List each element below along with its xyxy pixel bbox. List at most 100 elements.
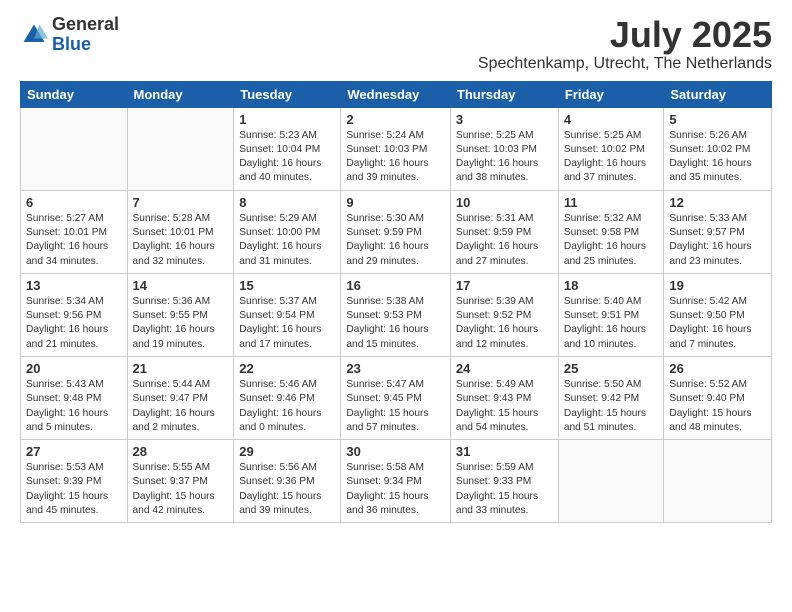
day-content: Sunrise: 5:25 AM Sunset: 10:02 PM Daylig… bbox=[564, 129, 659, 186]
calendar-cell: 18 Sunrise: 5:40 AM Sunset: 9:51 PM Dayli… bbox=[558, 273, 664, 356]
day-content: Sunrise: 5:24 AM Sunset: 10:03 PM Daylig… bbox=[346, 129, 445, 186]
day-content: Sunrise: 5:27 AM Sunset: 10:01 PM Daylig… bbox=[26, 212, 122, 269]
calendar-cell: 28 Sunrise: 5:55 AM Sunset: 9:37 PM Dayli… bbox=[127, 440, 234, 523]
day-number: 13 bbox=[26, 278, 122, 293]
weekday-header-tuesday: Tuesday bbox=[234, 81, 341, 107]
day-content: Sunrise: 5:59 AM Sunset: 9:33 PM Dayligh… bbox=[456, 461, 553, 518]
calendar-cell: 29 Sunrise: 5:56 AM Sunset: 9:36 PM Dayli… bbox=[234, 440, 341, 523]
logo-blue: Blue bbox=[52, 35, 119, 55]
calendar-cell bbox=[127, 107, 234, 190]
logo-general: General bbox=[52, 15, 119, 35]
weekday-header-saturday: Saturday bbox=[664, 81, 772, 107]
calendar-cell: 16 Sunrise: 5:38 AM Sunset: 9:53 PM Dayli… bbox=[341, 273, 451, 356]
day-number: 29 bbox=[239, 444, 335, 459]
calendar-cell: 5 Sunrise: 5:26 AM Sunset: 10:02 PM Dayli… bbox=[664, 107, 772, 190]
calendar-cell: 19Sunrise: 5:42 AM Sunset: 9:50 PM Dayli… bbox=[664, 273, 772, 356]
day-content: Sunrise: 5:52 AM Sunset: 9:40 PM Dayligh… bbox=[669, 378, 766, 435]
day-content: Sunrise: 5:44 AM Sunset: 9:47 PM Dayligh… bbox=[133, 378, 229, 435]
day-content: Sunrise: 5:25 AM Sunset: 10:03 PM Daylig… bbox=[456, 129, 553, 186]
day-content: Sunrise: 5:34 AM Sunset: 9:56 PM Dayligh… bbox=[26, 295, 122, 352]
calendar-cell: 20 Sunrise: 5:43 AM Sunset: 9:48 PM Dayli… bbox=[21, 356, 128, 439]
calendar-week-row: 13 Sunrise: 5:34 AM Sunset: 9:56 PM Dayli… bbox=[21, 273, 772, 356]
calendar-cell: 30 Sunrise: 5:58 AM Sunset: 9:34 PM Dayli… bbox=[341, 440, 451, 523]
day-content: Sunrise: 5:36 AM Sunset: 9:55 PM Dayligh… bbox=[133, 295, 229, 352]
day-content: Sunrise: 5:46 AM Sunset: 9:46 PM Dayligh… bbox=[239, 378, 335, 435]
calendar-cell: 26 Sunrise: 5:52 AM Sunset: 9:40 PM Dayli… bbox=[664, 356, 772, 439]
calendar-cell: 31Sunrise: 5:59 AM Sunset: 9:33 PM Dayli… bbox=[450, 440, 558, 523]
day-number: 20 bbox=[26, 361, 122, 376]
day-number: 9 bbox=[346, 195, 445, 210]
day-content: Sunrise: 5:53 AM Sunset: 9:39 PM Dayligh… bbox=[26, 461, 122, 518]
day-content: Sunrise: 5:58 AM Sunset: 9:34 PM Dayligh… bbox=[346, 461, 445, 518]
calendar-cell: 15Sunrise: 5:37 AM Sunset: 9:54 PM Dayli… bbox=[234, 273, 341, 356]
title-block: July 2025 Spechtenkamp, Utrecht, The Net… bbox=[478, 15, 772, 73]
calendar-cell: 25Sunrise: 5:50 AM Sunset: 9:42 PM Dayli… bbox=[558, 356, 664, 439]
calendar-cell: 1Sunrise: 5:23 AM Sunset: 10:04 PM Dayli… bbox=[234, 107, 341, 190]
calendar-cell bbox=[664, 440, 772, 523]
calendar-header-row: SundayMondayTuesdayWednesdayThursdayFrid… bbox=[21, 81, 772, 107]
calendar-cell: 14 Sunrise: 5:36 AM Sunset: 9:55 PM Dayli… bbox=[127, 273, 234, 356]
day-content: Sunrise: 5:28 AM Sunset: 10:01 PM Daylig… bbox=[133, 212, 229, 269]
calendar-cell: 7 Sunrise: 5:28 AM Sunset: 10:01 PM Dayli… bbox=[127, 190, 234, 273]
calendar-week-row: 1Sunrise: 5:23 AM Sunset: 10:04 PM Dayli… bbox=[21, 107, 772, 190]
day-number: 18 bbox=[564, 278, 659, 293]
day-content: Sunrise: 5:55 AM Sunset: 9:37 PM Dayligh… bbox=[133, 461, 229, 518]
weekday-header-monday: Monday bbox=[127, 81, 234, 107]
calendar-cell: 22Sunrise: 5:46 AM Sunset: 9:46 PM Dayli… bbox=[234, 356, 341, 439]
calendar-table: SundayMondayTuesdayWednesdayThursdayFrid… bbox=[20, 81, 772, 524]
subtitle: Spechtenkamp, Utrecht, The Netherlands bbox=[478, 55, 772, 73]
day-number: 30 bbox=[346, 444, 445, 459]
calendar-cell bbox=[21, 107, 128, 190]
calendar-cell: 3 Sunrise: 5:25 AM Sunset: 10:03 PM Dayli… bbox=[450, 107, 558, 190]
calendar-cell: 2 Sunrise: 5:24 AM Sunset: 10:03 PM Dayli… bbox=[341, 107, 451, 190]
calendar-cell: 11Sunrise: 5:32 AM Sunset: 9:58 PM Dayli… bbox=[558, 190, 664, 273]
calendar-cell: 24 Sunrise: 5:49 AM Sunset: 9:43 PM Dayli… bbox=[450, 356, 558, 439]
calendar-cell: 4 Sunrise: 5:25 AM Sunset: 10:02 PM Dayli… bbox=[558, 107, 664, 190]
day-number: 17 bbox=[456, 278, 553, 293]
logo-text: General Blue bbox=[52, 15, 119, 55]
day-number: 6 bbox=[26, 195, 122, 210]
day-number: 8 bbox=[239, 195, 335, 210]
day-number: 14 bbox=[133, 278, 229, 293]
day-content: Sunrise: 5:40 AM Sunset: 9:51 PM Dayligh… bbox=[564, 295, 659, 352]
day-number: 10 bbox=[456, 195, 553, 210]
day-content: Sunrise: 5:31 AM Sunset: 9:59 PM Dayligh… bbox=[456, 212, 553, 269]
day-content: Sunrise: 5:42 AM Sunset: 9:50 PM Dayligh… bbox=[669, 295, 766, 352]
weekday-header-sunday: Sunday bbox=[21, 81, 128, 107]
calendar-cell bbox=[558, 440, 664, 523]
day-number: 4 bbox=[564, 112, 659, 127]
calendar-cell: 10 Sunrise: 5:31 AM Sunset: 9:59 PM Dayli… bbox=[450, 190, 558, 273]
day-content: Sunrise: 5:33 AM Sunset: 9:57 PM Dayligh… bbox=[669, 212, 766, 269]
day-number: 27 bbox=[26, 444, 122, 459]
calendar-cell: 17Sunrise: 5:39 AM Sunset: 9:52 PM Dayli… bbox=[450, 273, 558, 356]
day-number: 7 bbox=[133, 195, 229, 210]
day-number: 23 bbox=[346, 361, 445, 376]
weekday-header-friday: Friday bbox=[558, 81, 664, 107]
logo-icon bbox=[20, 21, 48, 49]
calendar-cell: 8Sunrise: 5:29 AM Sunset: 10:00 PM Dayli… bbox=[234, 190, 341, 273]
day-number: 24 bbox=[456, 361, 553, 376]
day-content: Sunrise: 5:49 AM Sunset: 9:43 PM Dayligh… bbox=[456, 378, 553, 435]
day-content: Sunrise: 5:37 AM Sunset: 9:54 PM Dayligh… bbox=[239, 295, 335, 352]
day-number: 28 bbox=[133, 444, 229, 459]
calendar-cell: 6 Sunrise: 5:27 AM Sunset: 10:01 PM Dayli… bbox=[21, 190, 128, 273]
calendar-cell: 9Sunrise: 5:30 AM Sunset: 9:59 PM Daylig… bbox=[341, 190, 451, 273]
day-number: 26 bbox=[669, 361, 766, 376]
day-content: Sunrise: 5:43 AM Sunset: 9:48 PM Dayligh… bbox=[26, 378, 122, 435]
day-number: 21 bbox=[133, 361, 229, 376]
calendar-cell: 12Sunrise: 5:33 AM Sunset: 9:57 PM Dayli… bbox=[664, 190, 772, 273]
page: General Blue July 2025 Spechtenkamp, Utr… bbox=[0, 0, 792, 538]
day-content: Sunrise: 5:26 AM Sunset: 10:02 PM Daylig… bbox=[669, 129, 766, 186]
day-number: 5 bbox=[669, 112, 766, 127]
day-number: 11 bbox=[564, 195, 659, 210]
day-number: 16 bbox=[346, 278, 445, 293]
calendar-week-row: 27 Sunrise: 5:53 AM Sunset: 9:39 PM Dayli… bbox=[21, 440, 772, 523]
day-number: 3 bbox=[456, 112, 553, 127]
calendar-cell: 23Sunrise: 5:47 AM Sunset: 9:45 PM Dayli… bbox=[341, 356, 451, 439]
day-content: Sunrise: 5:50 AM Sunset: 9:42 PM Dayligh… bbox=[564, 378, 659, 435]
calendar-week-row: 20 Sunrise: 5:43 AM Sunset: 9:48 PM Dayli… bbox=[21, 356, 772, 439]
main-title: July 2025 bbox=[478, 15, 772, 55]
day-number: 2 bbox=[346, 112, 445, 127]
day-content: Sunrise: 5:38 AM Sunset: 9:53 PM Dayligh… bbox=[346, 295, 445, 352]
day-content: Sunrise: 5:56 AM Sunset: 9:36 PM Dayligh… bbox=[239, 461, 335, 518]
